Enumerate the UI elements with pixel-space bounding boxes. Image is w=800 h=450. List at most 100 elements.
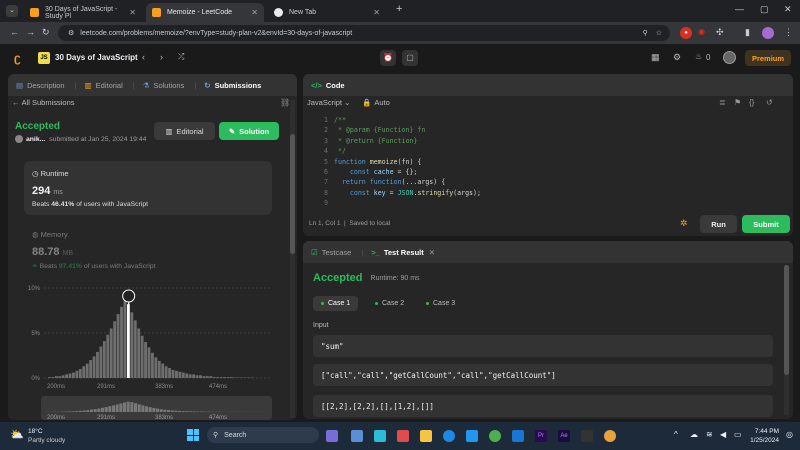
volume-icon[interactable]: ◀ [720, 430, 726, 439]
prev-problem-icon[interactable]: ‹ [142, 52, 145, 62]
tab-editorial[interactable]: ▥ Editorial [85, 81, 123, 90]
forward-arrow-icon[interactable]: → [26, 27, 35, 37]
file-explorer-icon[interactable] [420, 430, 432, 442]
auto-mode[interactable]: 🔒 Auto [362, 98, 390, 107]
minimize-icon[interactable]: — [735, 4, 744, 14]
case-2-tab[interactable]: Case 2 [367, 296, 412, 311]
close-icon[interactable]: ✕ [251, 8, 258, 17]
widgets-icon[interactable] [351, 430, 363, 442]
mail-icon[interactable] [512, 430, 524, 442]
scrollbar-track[interactable] [784, 265, 789, 415]
reset-icon[interactable]: ↺ [766, 98, 773, 107]
study-plan-title[interactable]: 30 Days of JavaScript [55, 53, 138, 62]
debugger-icon[interactable]: ✲ [680, 218, 688, 229]
run-button[interactable]: Run [700, 215, 737, 233]
office-icon[interactable] [397, 430, 409, 442]
streak-fire-icon[interactable]: ♨ [695, 52, 702, 61]
maximize-icon[interactable]: ▢ [760, 4, 769, 15]
close-icon[interactable]: ✕ [429, 248, 435, 257]
code-line[interactable]: const cache = {}; [334, 168, 774, 178]
leetcode-logo-icon[interactable]: ʗ [14, 52, 21, 64]
runtime-distribution-chart[interactable]: 10% 5% 0% 200ms 291ms 383ms 474ms 200ms 291ms 383… [8, 278, 290, 420]
browser-tab-memoize[interactable]: Memoize - LeetCode ✕ [146, 3, 264, 22]
clock[interactable]: 7:44 PM 1/25/2024 [747, 427, 779, 445]
chrome-active-icon[interactable] [604, 430, 616, 442]
close-icon[interactable]: ✕ [129, 8, 136, 17]
shuffle-icon[interactable]: ⤮ [178, 52, 184, 62]
language-select[interactable]: JavaScript ⌄ [307, 98, 350, 107]
code-line[interactable]: return function(...args) { [334, 178, 774, 188]
window-close-icon[interactable]: ✕ [784, 4, 792, 15]
teams-icon[interactable] [374, 430, 386, 442]
bookmark-icon[interactable]: ⚑ [734, 98, 741, 107]
tab-submissions[interactable]: ↻ Submissions [204, 81, 261, 90]
bookmark-star-icon[interactable]: ☆ [656, 29, 662, 37]
layout-grid-icon[interactable]: ▦ [651, 52, 660, 63]
battery-icon[interactable]: ▭ [734, 430, 742, 439]
extensions-puzzle-icon[interactable]: ✣ [716, 27, 724, 38]
address-bar[interactable]: ⚙ leetcode.com/problems/memoize/?envType… [58, 25, 670, 41]
username[interactable]: anik... [26, 136, 45, 143]
tab-test-result[interactable]: >_ Test Result ✕ [371, 248, 435, 257]
scrollbar-thumb[interactable] [784, 265, 789, 375]
code-line[interactable] [334, 199, 774, 209]
code-line[interactable]: * @return {Function} [334, 137, 774, 147]
solution-button[interactable]: ✎ Solution [219, 122, 279, 140]
case-3-tab[interactable]: Case 3 [418, 296, 463, 311]
reload-icon[interactable]: ↻ [42, 27, 50, 38]
tab-solutions[interactable]: ⚗ Solutions [143, 81, 185, 90]
curly-braces-icon[interactable]: {} [749, 98, 754, 107]
extension-shield-icon[interactable]: ◉ [698, 27, 705, 36]
timer-icon[interactable]: ⏰ [380, 50, 396, 66]
cloud-icon[interactable]: ☁ [690, 430, 698, 439]
scrollbar-thumb[interactable] [290, 134, 295, 254]
submit-button[interactable]: Submit [742, 215, 790, 233]
format-icon[interactable]: ≣ [719, 98, 726, 107]
back-arrow-icon[interactable]: ← [10, 27, 19, 37]
weather-widget[interactable]: 18°C Partly cloudy [28, 427, 65, 445]
side-panel-icon[interactable]: ▮ [745, 27, 750, 38]
code-line[interactable]: /** [334, 116, 774, 126]
new-tab-plus-icon[interactable]: + [396, 3, 402, 15]
notes-icon[interactable]: ▢ [402, 50, 418, 66]
chrome-icon[interactable] [489, 430, 501, 442]
runtime-card[interactable]: ◷ Runtime 294 ms Beats 46.41% of users w… [24, 161, 272, 215]
browser-tab-new[interactable]: New Tab ✕ [268, 3, 386, 22]
windows-start-icon[interactable] [187, 429, 199, 441]
edge-icon[interactable] [443, 430, 455, 442]
task-view-icon[interactable] [326, 430, 338, 442]
weather-icon[interactable]: ⛅ [10, 428, 24, 441]
next-problem-icon[interactable]: › [160, 52, 163, 62]
browser-tab-study-plan[interactable]: 30 Days of JavaScript - Study Pl ✕ [24, 3, 142, 22]
profile-avatar[interactable] [762, 27, 774, 39]
editorial-button[interactable]: ▥ Editorial [154, 122, 215, 140]
premium-button[interactable]: Premium [745, 50, 791, 66]
code-line[interactable]: const key = JSON.stringify(args); [334, 189, 774, 199]
code-editor[interactable]: /** * @param {Function} fn * @return {Fu… [334, 116, 774, 210]
settings-gear-icon[interactable]: ⚙ [673, 52, 681, 63]
after-effects-icon[interactable]: Ae [558, 430, 570, 442]
link-icon[interactable]: ⛓ [280, 98, 290, 107]
memory-card[interactable]: ◍ Memory 88.78 MB ❧ Beats 97.41% of user… [24, 222, 272, 272]
site-info-icon[interactable]: ⚙ [68, 29, 74, 37]
tab-testcase[interactable]: ☑ Testcase [311, 248, 351, 257]
scrollbar-track[interactable] [290, 100, 295, 418]
premiere-icon[interactable]: Pr [535, 430, 547, 442]
all-submissions-link[interactable]: ← All Submissions [12, 98, 75, 107]
store-icon[interactable] [466, 430, 478, 442]
notifications-icon[interactable]: ◎ [786, 430, 793, 439]
zoom-icon[interactable]: ⚲ [643, 29, 648, 37]
code-line[interactable]: * @param {Function} fn [334, 126, 774, 136]
chevron-up-icon[interactable]: ^ [674, 430, 678, 439]
browser-menu-icon[interactable]: ⋮ [784, 27, 793, 38]
tab-search-icon[interactable]: ⌄ [6, 5, 18, 17]
code-line[interactable]: function memoize(fn) { [334, 158, 774, 168]
tab-description[interactable]: ▤ Description [16, 81, 65, 90]
terminal-icon[interactable] [581, 430, 593, 442]
user-avatar[interactable] [723, 51, 736, 64]
code-line[interactable]: */ [334, 147, 774, 157]
taskbar-search[interactable]: ⚲ Search [207, 427, 319, 443]
wifi-icon[interactable]: ≋ [706, 430, 713, 439]
code-tab[interactable]: </> Code [311, 81, 345, 90]
extension-icon[interactable]: ● [680, 27, 692, 39]
